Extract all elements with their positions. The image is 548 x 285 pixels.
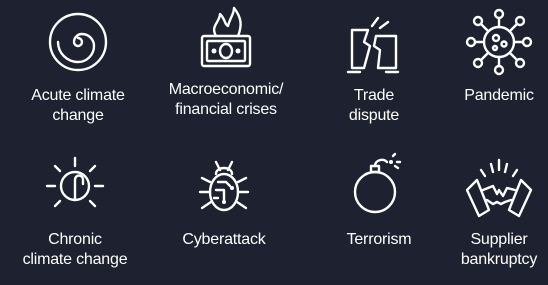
tile-label: Terrorism xyxy=(346,231,412,248)
broken-box-icon xyxy=(338,6,410,78)
spiral-icon xyxy=(42,6,114,78)
tile-pandemic: Pandemic xyxy=(444,6,548,106)
tile-label: Acute climate change xyxy=(31,87,125,124)
tile-label: Trade dispute xyxy=(348,87,400,124)
tile-chronic-climate-change: Chronic climate change xyxy=(0,150,150,270)
tile-acute-climate-change: Acute climate change xyxy=(8,6,148,126)
tile-label: Chronic climate change xyxy=(22,231,128,268)
wilting-sun-icon xyxy=(39,150,111,222)
tile-terrorism: Terrorism xyxy=(324,150,434,250)
tile-trade-dispute: Trade dispute xyxy=(324,6,424,126)
tile-label: Pandemic xyxy=(464,87,534,104)
bug-circuit-icon xyxy=(188,150,260,222)
risk-icon-grid: { "tiles": [ {"icon": "spiral-icon", "la… xyxy=(0,0,548,285)
tile-cyberattack: Cyberattack xyxy=(164,150,284,250)
tile-label: Supplier bankruptcy xyxy=(460,231,538,268)
bomb-icon xyxy=(343,150,415,222)
tile-label: Macroeconomic/ financial crises xyxy=(168,81,284,118)
tile-macroeconomic-financial-crises: Macroeconomic/ financial crises xyxy=(154,0,298,120)
tile-supplier-bankruptcy: Supplier bankruptcy xyxy=(444,150,548,270)
broken-handshake-icon xyxy=(463,150,535,222)
burning-banknote-icon xyxy=(190,0,262,78)
tile-label: Cyberattack xyxy=(182,231,266,248)
virus-icon xyxy=(463,6,535,78)
